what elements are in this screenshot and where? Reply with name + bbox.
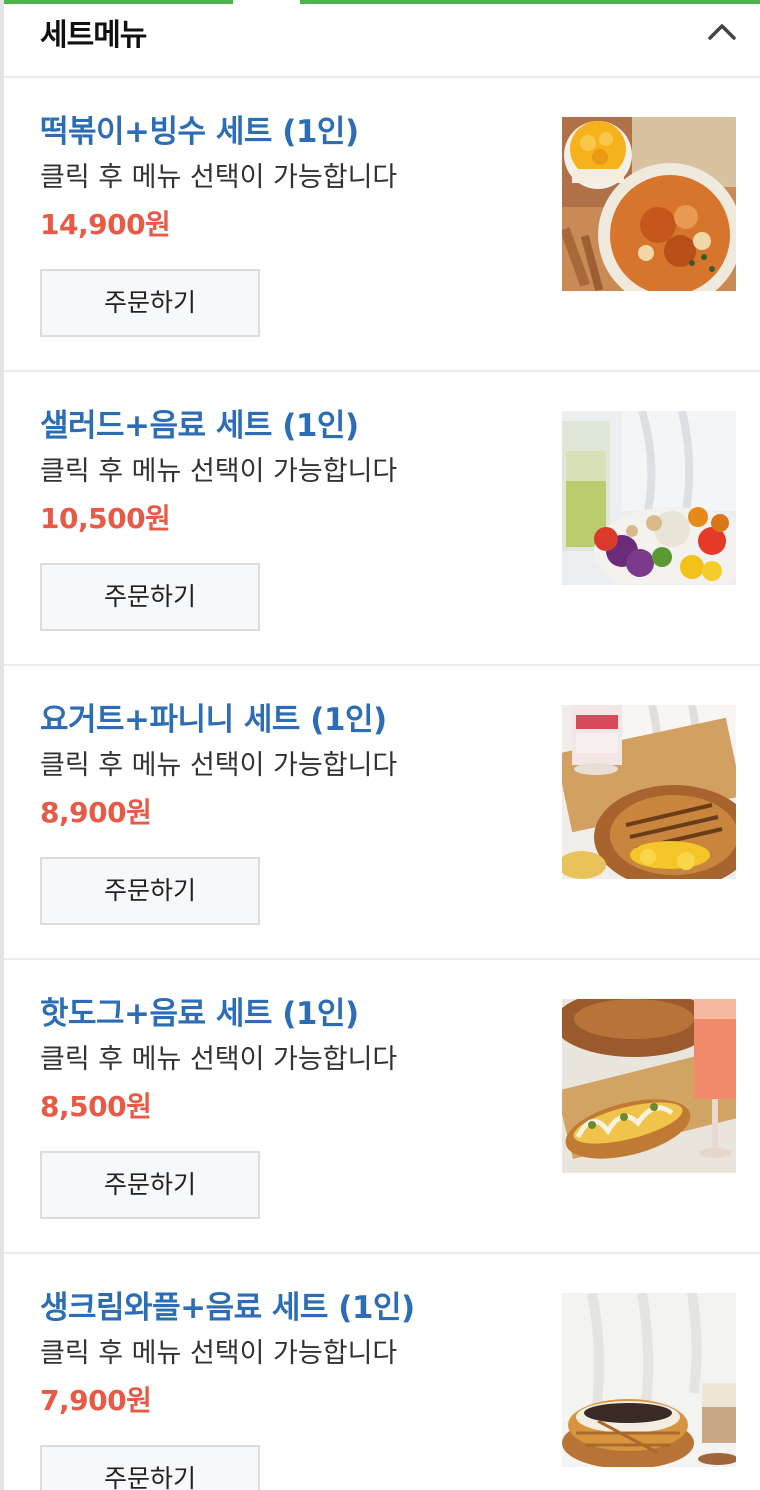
- menu-item-name[interactable]: 핫도그+음료 세트 (1인): [40, 994, 359, 1034]
- menu-item[interactable]: 떡볶이+빙수 세트 (1인) 클릭 후 메뉴 선택이 가능합니다 14,900원…: [4, 78, 760, 372]
- menu-item-price: 14,900원: [40, 208, 171, 241]
- cream-waffle-drink-photo[interactable]: [562, 1293, 736, 1467]
- menu-list: 떡볶이+빙수 세트 (1인) 클릭 후 메뉴 선택이 가능합니다 14,900원…: [4, 78, 760, 1490]
- menu-item[interactable]: 요거트+파니니 세트 (1인) 클릭 후 메뉴 선택이 가능합니다 8,900원…: [4, 666, 760, 960]
- menu-item-price: 10,500원: [40, 502, 171, 535]
- menu-item[interactable]: 샐러드+음료 세트 (1인) 클릭 후 메뉴 선택이 가능합니다 10,500원…: [4, 372, 760, 666]
- menu-item-price: 8,900원: [40, 796, 152, 829]
- chevron-up-icon: [708, 24, 736, 40]
- menu-item-name[interactable]: 샐러드+음료 세트 (1인): [40, 406, 359, 446]
- order-button[interactable]: 주문하기: [40, 1151, 260, 1219]
- menu-item[interactable]: 핫도그+음료 세트 (1인) 클릭 후 메뉴 선택이 가능합니다 8,500원 …: [4, 960, 760, 1254]
- menu-item[interactable]: 생크림와플+음료 세트 (1인) 클릭 후 메뉴 선택이 가능합니다 7,900…: [4, 1254, 760, 1490]
- order-button[interactable]: 주문하기: [40, 1445, 260, 1490]
- menu-item-description: 클릭 후 메뉴 선택이 가능합니다: [40, 1044, 398, 1075]
- tteokbokki-bingsu-photo[interactable]: [562, 117, 736, 291]
- menu-item-description: 클릭 후 메뉴 선택이 가능합니다: [40, 750, 398, 781]
- menu-item-description: 클릭 후 메뉴 선택이 가능합니다: [40, 1338, 398, 1369]
- set-menu-page: 세트메뉴 떡볶이+빙수 세트 (1인) 클릭 후 메뉴 선택이 가능합니다 14…: [0, 0, 760, 1490]
- order-button[interactable]: 주문하기: [40, 269, 260, 337]
- menu-item-description: 클릭 후 메뉴 선택이 가능합니다: [40, 162, 398, 193]
- collapse-button[interactable]: [702, 16, 742, 48]
- order-button[interactable]: 주문하기: [40, 563, 260, 631]
- section-header[interactable]: 세트메뉴: [4, 4, 760, 78]
- menu-item-name[interactable]: 떡볶이+빙수 세트 (1인): [40, 112, 359, 152]
- salad-drink-photo[interactable]: [562, 411, 736, 585]
- hotdog-drink-photo[interactable]: [562, 999, 736, 1173]
- menu-item-price: 7,900원: [40, 1384, 152, 1417]
- yogurt-panini-photo[interactable]: [562, 705, 736, 879]
- section-title: 세트메뉴: [40, 18, 147, 53]
- menu-item-price: 8,500원: [40, 1090, 152, 1123]
- menu-item-name[interactable]: 생크림와플+음료 세트 (1인): [40, 1288, 415, 1328]
- menu-item-description: 클릭 후 메뉴 선택이 가능합니다: [40, 456, 398, 487]
- order-button[interactable]: 주문하기: [40, 857, 260, 925]
- menu-item-name[interactable]: 요거트+파니니 세트 (1인): [40, 700, 387, 740]
